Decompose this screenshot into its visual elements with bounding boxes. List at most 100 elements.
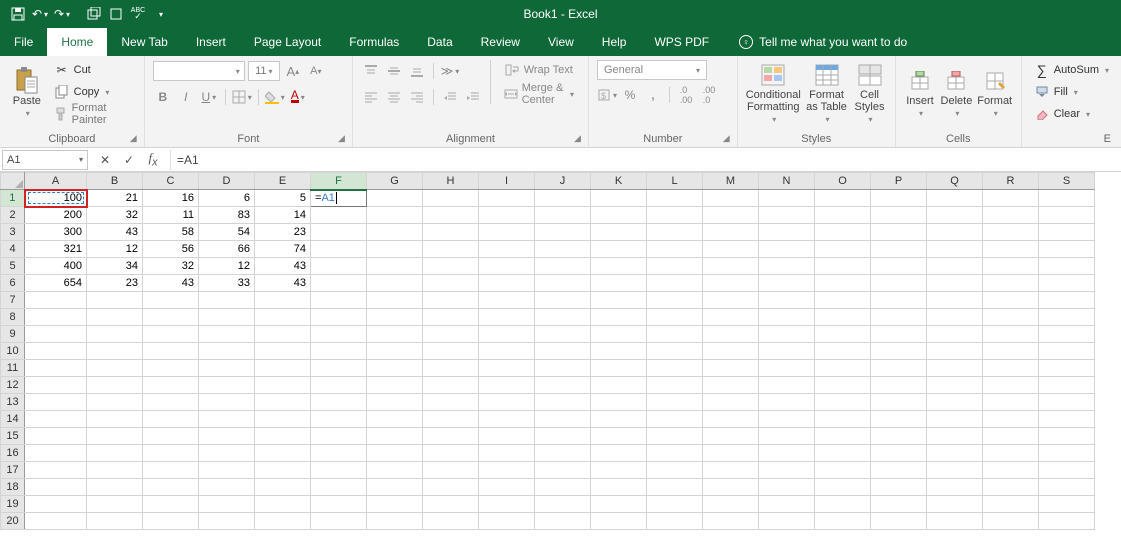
cell[interactable] bbox=[759, 428, 815, 445]
cell[interactable] bbox=[759, 377, 815, 394]
cell[interactable] bbox=[703, 377, 759, 394]
cell[interactable] bbox=[703, 428, 759, 445]
font-name-combo[interactable]: ▾ bbox=[153, 61, 245, 81]
cell[interactable] bbox=[759, 190, 815, 207]
qat-icon-1[interactable] bbox=[84, 4, 104, 24]
tab-help[interactable]: Help bbox=[588, 28, 641, 56]
cell[interactable] bbox=[311, 394, 367, 411]
cell[interactable] bbox=[479, 190, 535, 207]
cell[interactable]: 34 bbox=[87, 258, 143, 275]
cell[interactable] bbox=[647, 190, 703, 207]
cell[interactable] bbox=[927, 360, 983, 377]
column-header[interactable]: G bbox=[367, 173, 423, 190]
fx-icon[interactable]: fx bbox=[142, 150, 164, 170]
cell[interactable] bbox=[927, 309, 983, 326]
cell[interactable] bbox=[815, 241, 871, 258]
cell[interactable] bbox=[759, 275, 815, 292]
cell[interactable] bbox=[479, 360, 535, 377]
cell[interactable] bbox=[871, 309, 927, 326]
cell[interactable] bbox=[871, 360, 927, 377]
cell[interactable] bbox=[871, 513, 927, 530]
cell[interactable] bbox=[927, 445, 983, 462]
cell[interactable] bbox=[927, 190, 983, 207]
cell[interactable] bbox=[25, 445, 87, 462]
cell[interactable] bbox=[871, 275, 927, 292]
font-size-combo[interactable]: 11▾ bbox=[248, 61, 280, 81]
clipboard-launcher-icon[interactable]: ◢ bbox=[130, 133, 142, 145]
cell[interactable] bbox=[423, 479, 479, 496]
cell[interactable] bbox=[815, 224, 871, 241]
underline-button[interactable]: U▾ bbox=[199, 87, 219, 107]
cell[interactable] bbox=[983, 326, 1039, 343]
cell[interactable] bbox=[927, 513, 983, 530]
cell[interactable] bbox=[815, 428, 871, 445]
row-header[interactable]: 13 bbox=[1, 394, 25, 411]
cell[interactable] bbox=[759, 258, 815, 275]
cell[interactable] bbox=[591, 360, 647, 377]
cell[interactable] bbox=[983, 411, 1039, 428]
cell[interactable] bbox=[199, 292, 255, 309]
cell[interactable] bbox=[703, 207, 759, 224]
cell[interactable] bbox=[759, 479, 815, 496]
cell[interactable] bbox=[367, 343, 423, 360]
tab-file[interactable]: File bbox=[0, 28, 47, 56]
cell[interactable] bbox=[815, 462, 871, 479]
cell[interactable] bbox=[311, 445, 367, 462]
tab-view[interactable]: View bbox=[534, 28, 588, 56]
cell[interactable] bbox=[479, 479, 535, 496]
cell[interactable] bbox=[647, 479, 703, 496]
cell[interactable] bbox=[927, 462, 983, 479]
cell[interactable] bbox=[311, 360, 367, 377]
cell[interactable] bbox=[815, 377, 871, 394]
cell[interactable] bbox=[87, 411, 143, 428]
format-as-table-button[interactable]: Format as Table ▾ bbox=[805, 60, 849, 126]
cell[interactable] bbox=[311, 207, 367, 224]
cell[interactable] bbox=[479, 343, 535, 360]
cell[interactable] bbox=[591, 190, 647, 207]
cell[interactable] bbox=[647, 377, 703, 394]
row-header[interactable]: 20 bbox=[1, 513, 25, 530]
cell[interactable] bbox=[871, 343, 927, 360]
cell[interactable] bbox=[647, 326, 703, 343]
cell[interactable] bbox=[199, 343, 255, 360]
cell[interactable] bbox=[199, 326, 255, 343]
cell[interactable] bbox=[87, 309, 143, 326]
cell[interactable] bbox=[311, 496, 367, 513]
cell[interactable] bbox=[871, 224, 927, 241]
cell[interactable] bbox=[423, 394, 479, 411]
cell[interactable] bbox=[367, 496, 423, 513]
cell[interactable] bbox=[759, 292, 815, 309]
cell[interactable] bbox=[255, 428, 311, 445]
cell[interactable] bbox=[311, 326, 367, 343]
cell[interactable] bbox=[311, 411, 367, 428]
cell[interactable] bbox=[871, 462, 927, 479]
cell[interactable]: 32 bbox=[87, 207, 143, 224]
cell[interactable] bbox=[591, 224, 647, 241]
cell[interactable] bbox=[535, 445, 591, 462]
column-header[interactable]: M bbox=[703, 173, 759, 190]
cell[interactable] bbox=[1039, 479, 1095, 496]
row-header[interactable]: 10 bbox=[1, 343, 25, 360]
cell[interactable] bbox=[423, 326, 479, 343]
cell[interactable] bbox=[815, 394, 871, 411]
cell[interactable] bbox=[983, 343, 1039, 360]
cancel-formula-icon[interactable]: ✕ bbox=[94, 150, 116, 170]
column-header[interactable]: Q bbox=[927, 173, 983, 190]
cell[interactable] bbox=[143, 462, 199, 479]
column-header[interactable]: E bbox=[255, 173, 311, 190]
cell[interactable] bbox=[871, 241, 927, 258]
tab-insert[interactable]: Insert bbox=[182, 28, 240, 56]
cell[interactable] bbox=[535, 513, 591, 530]
cell[interactable] bbox=[703, 190, 759, 207]
cell[interactable] bbox=[983, 428, 1039, 445]
cell[interactable] bbox=[535, 309, 591, 326]
cell[interactable] bbox=[647, 428, 703, 445]
cell[interactable] bbox=[591, 428, 647, 445]
column-header[interactable]: D bbox=[199, 173, 255, 190]
cell[interactable] bbox=[367, 292, 423, 309]
paste-button[interactable]: Paste▾ bbox=[8, 60, 46, 126]
cell[interactable] bbox=[815, 479, 871, 496]
format-painter-button[interactable]: Format Painter bbox=[50, 104, 136, 124]
cell[interactable]: 321 bbox=[25, 241, 87, 258]
cell[interactable] bbox=[479, 207, 535, 224]
